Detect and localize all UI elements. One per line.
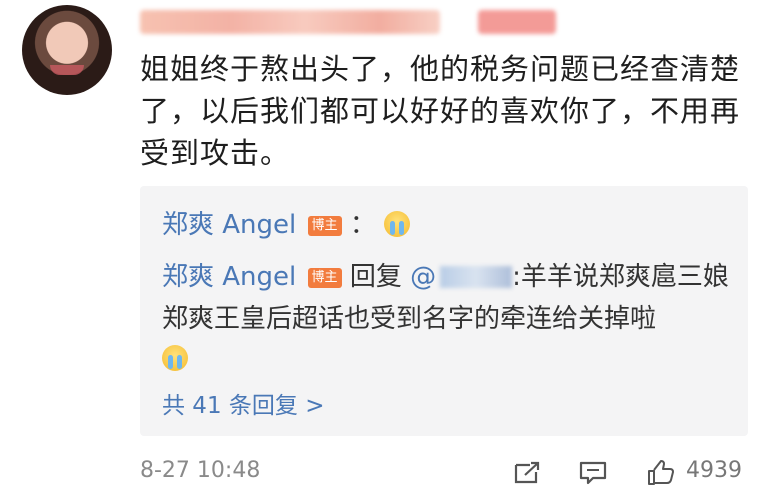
reply-colon: ： [349,210,376,240]
reply-2: 郑爽 Angel 博主 回复 @ :羊羊说郑爽扈三娘 [162,256,729,293]
more-replies-link[interactable]: 共 41 条回复 > [162,386,324,420]
reply-thread[interactable]: 郑爽 Angel 博主 ： 郑爽 Angel 博主 回复 @:羊羊说郑爽扈三娘 … [140,186,748,436]
reply-text-line1: :羊羊说郑爽扈三娘 [512,262,729,292]
like-count: 4939 [686,458,742,483]
reply-2-emoji [162,344,188,374]
comment-line-3: 受到攻击。 [140,136,291,170]
mention-blurred[interactable] [440,266,513,288]
forward-icon[interactable] [512,460,542,486]
username-blurred[interactable] [140,10,440,34]
blogger-tag: 博主 [307,216,342,236]
reply-text-line2: 郑爽王皇后超话也受到名字的牵连给关掉啦 [162,304,657,334]
avatar[interactable] [22,5,112,95]
reply-author[interactable]: 郑爽 Angel [162,262,296,292]
comment-line-2: 了，以后我们都可以好好的喜欢你了，不用再 [140,94,741,128]
reply-author[interactable]: 郑爽 Angel [162,210,296,240]
reply-2-line2: 郑爽王皇后超话也受到名字的牵连给关掉啦 [162,298,656,335]
reply-1: 郑爽 Angel 博主 ： [162,204,411,241]
user-badge-blurred [478,10,556,34]
comment-text: 姐姐终于熬出头了，他的税务问题已经查清楚 了，以后我们都可以好好的喜欢你了，不用… [140,48,760,174]
crying-emoji-icon [384,211,411,237]
like-icon[interactable] [646,460,676,486]
comment-line-1: 姐姐终于熬出头了，他的税务问题已经查清楚 [140,52,741,86]
comment-icon[interactable] [578,460,608,486]
blogger-tag: 博主 [307,268,342,288]
reply-action: 回复 [349,262,402,292]
mention-at[interactable]: @ [410,262,436,292]
crying-emoji-icon [162,345,188,371]
comment-time: 8-27 10:48 [140,458,261,483]
